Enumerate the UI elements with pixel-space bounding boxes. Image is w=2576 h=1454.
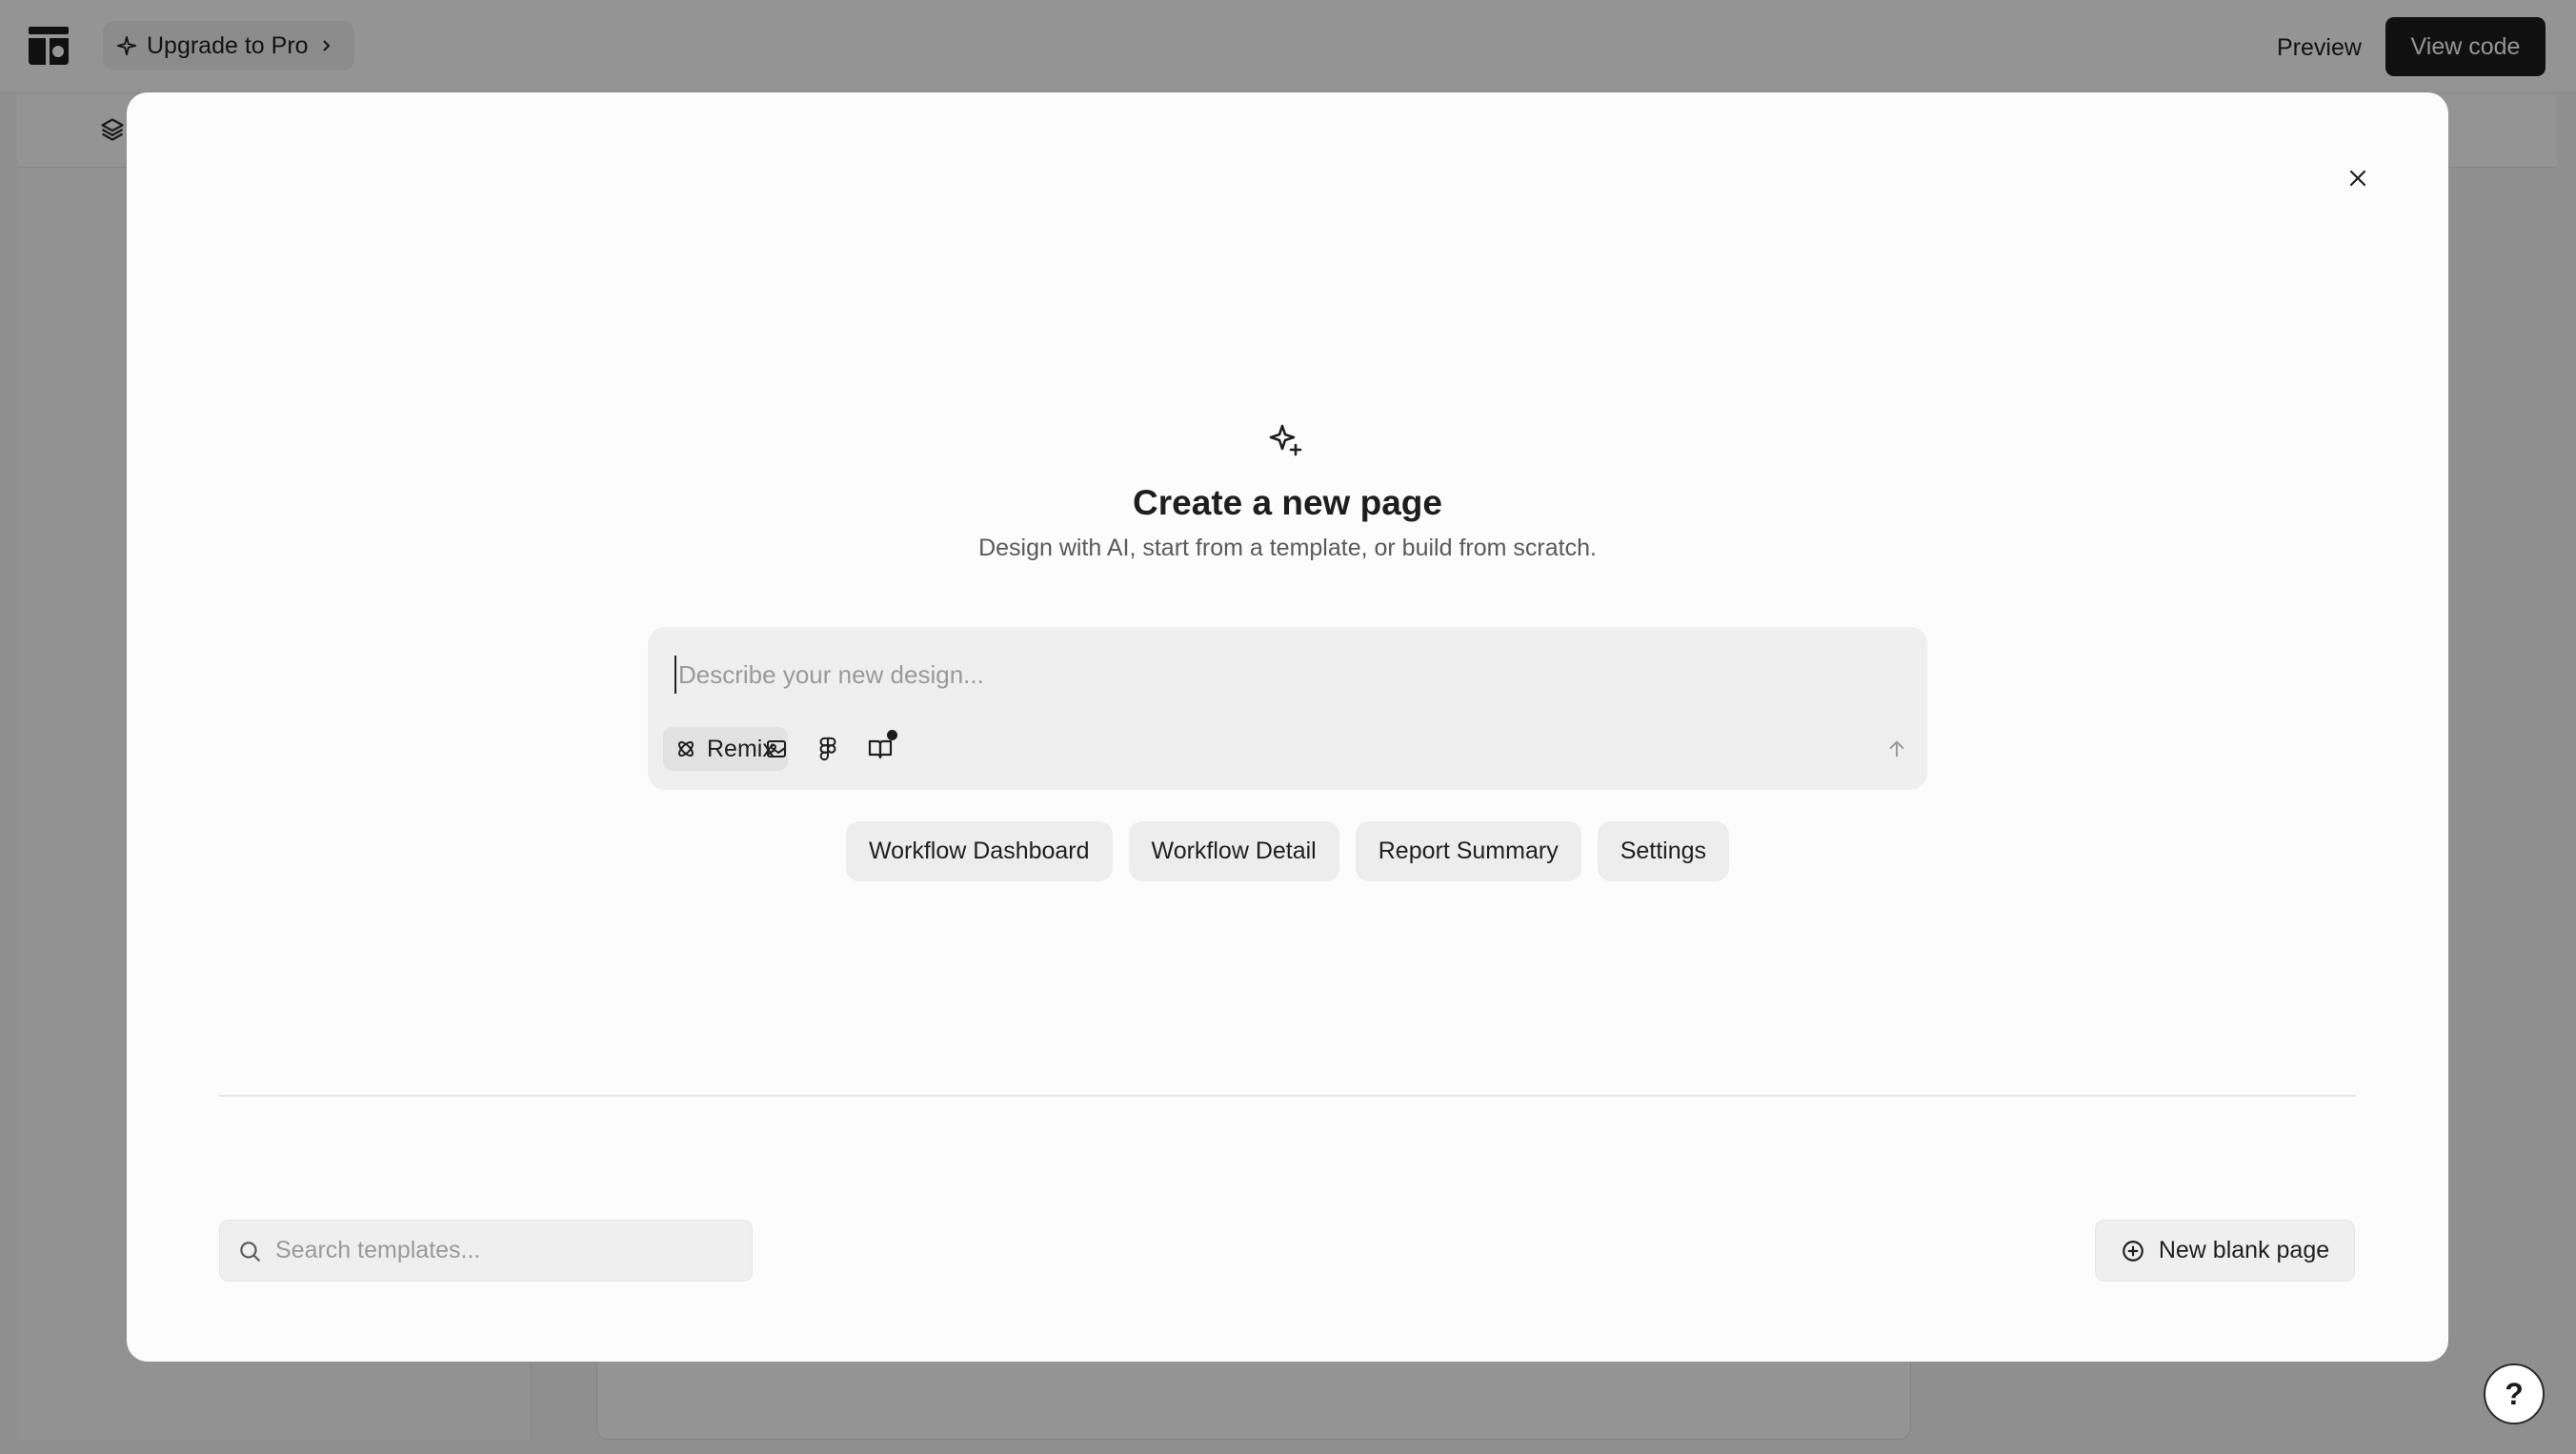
template-search[interactable] bbox=[219, 1220, 753, 1282]
send-button[interactable] bbox=[1877, 729, 1917, 769]
help-button[interactable]: ? bbox=[2484, 1363, 2545, 1424]
modal-subtitle: Design with AI, start from a template, o… bbox=[978, 535, 1597, 561]
image-icon bbox=[767, 740, 786, 757]
divider bbox=[219, 1095, 2356, 1097]
arrow-up-icon bbox=[1889, 740, 1904, 757]
plus-circle-icon bbox=[2123, 1240, 2143, 1262]
sparkles-icon bbox=[1269, 424, 1302, 456]
design-prompt-input[interactable] bbox=[674, 656, 1722, 694]
search-templates-input[interactable] bbox=[275, 1237, 714, 1264]
new-blank-page-label: New blank page bbox=[2158, 1237, 2330, 1263]
suggestion-chip[interactable]: Settings bbox=[1597, 821, 1730, 881]
new-blank-page-button[interactable]: New blank page bbox=[2095, 1220, 2355, 1282]
suggestion-chip[interactable]: Workflow Detail bbox=[1128, 821, 1339, 881]
library-button[interactable] bbox=[860, 729, 900, 769]
figma-icon bbox=[819, 737, 836, 761]
notification-dot bbox=[887, 730, 897, 740]
remix-icon bbox=[678, 741, 694, 757]
modal-title: Create a new page bbox=[1133, 483, 1442, 522]
prompt-box: Remix bbox=[648, 627, 1927, 790]
create-page-modal: Create a new page Design with AI, start … bbox=[127, 92, 2448, 1362]
search-icon bbox=[237, 1239, 262, 1263]
suggestion-chips: Workflow Dashboard Workflow Detail Repor… bbox=[127, 821, 2448, 881]
close-button[interactable] bbox=[2339, 159, 2377, 197]
attach-image-button[interactable] bbox=[756, 729, 796, 769]
book-icon bbox=[868, 739, 893, 759]
close-icon bbox=[2349, 170, 2366, 187]
figma-import-button[interactable] bbox=[808, 729, 848, 769]
suggestion-chip[interactable]: Report Summary bbox=[1355, 821, 1581, 881]
suggestion-chip[interactable]: Workflow Dashboard bbox=[845, 821, 1113, 881]
